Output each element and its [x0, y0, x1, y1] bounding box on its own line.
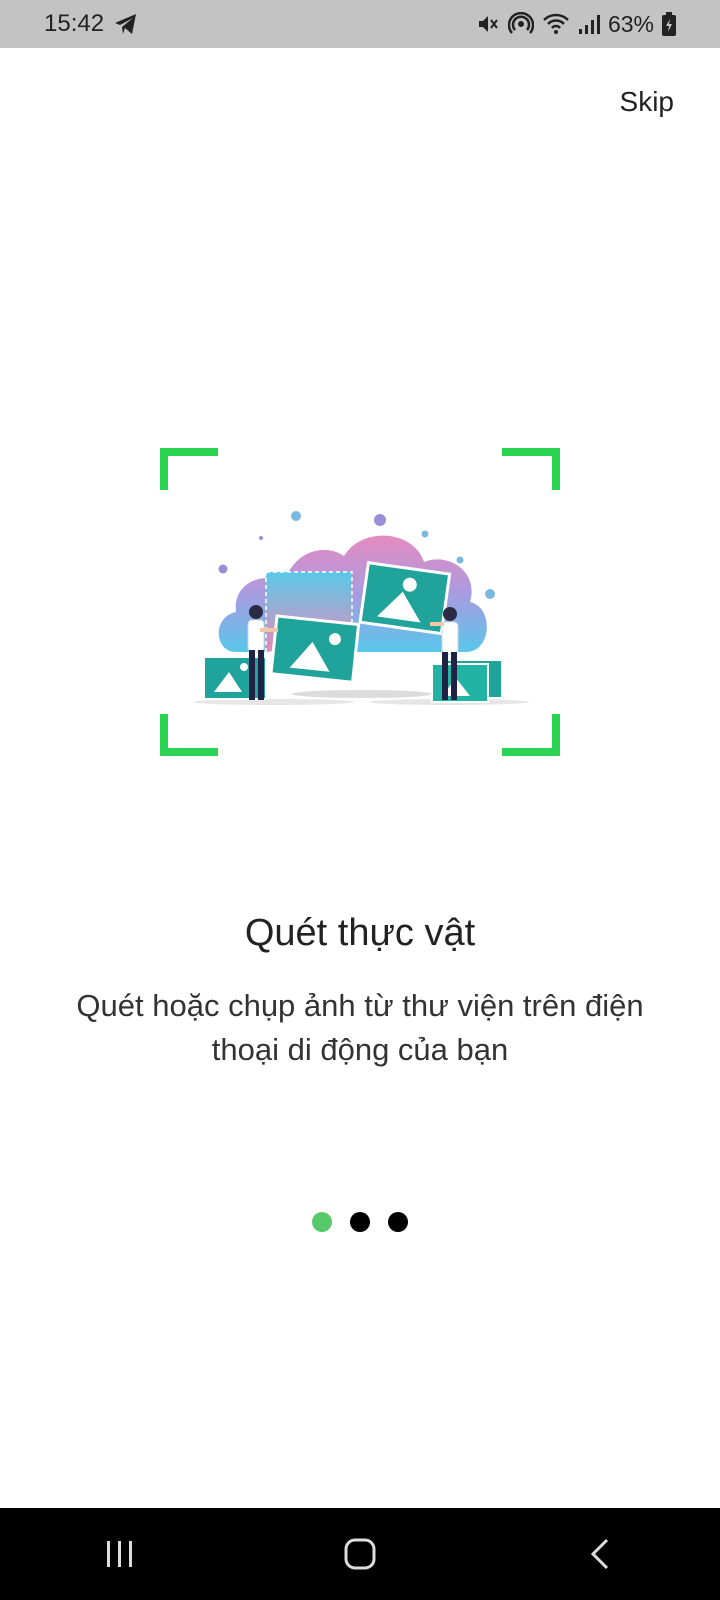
telegram-icon — [114, 13, 138, 35]
onboarding-description: Quét hoặc chụp ảnh từ thư viện trên điện… — [76, 988, 644, 1067]
recent-apps-icon — [107, 1541, 132, 1567]
page-indicator — [0, 1212, 720, 1232]
status-right: 63% — [476, 11, 676, 38]
photo-gallery-illustration — [194, 511, 529, 705]
system-nav-bar — [0, 1508, 720, 1600]
battery-percent: 63% — [607, 10, 654, 37]
status-left: 15:42 — [44, 10, 138, 38]
wifi-icon — [542, 12, 570, 36]
onboarding-illustration — [160, 448, 560, 756]
status-time: 15:42 — [44, 10, 105, 37]
back-button[interactable] — [560, 1524, 640, 1584]
recent-apps-button[interactable] — [80, 1524, 160, 1584]
status-bar: 15:42 63% — [0, 0, 720, 48]
back-icon — [590, 1538, 609, 1570]
home-icon — [344, 1538, 376, 1570]
battery-icon — [662, 12, 676, 36]
onboarding-title: Quét thực vật — [244, 912, 476, 954]
home-button[interactable] — [320, 1524, 400, 1584]
page-dot-3[interactable] — [388, 1212, 408, 1232]
signal-icon — [578, 13, 600, 35]
page-dot-2[interactable] — [350, 1212, 370, 1232]
mute-icon — [476, 12, 500, 36]
hotspot-icon — [507, 11, 534, 37]
skip-button[interactable]: Skip — [620, 86, 674, 118]
page-dot-1[interactable] — [312, 1212, 332, 1232]
